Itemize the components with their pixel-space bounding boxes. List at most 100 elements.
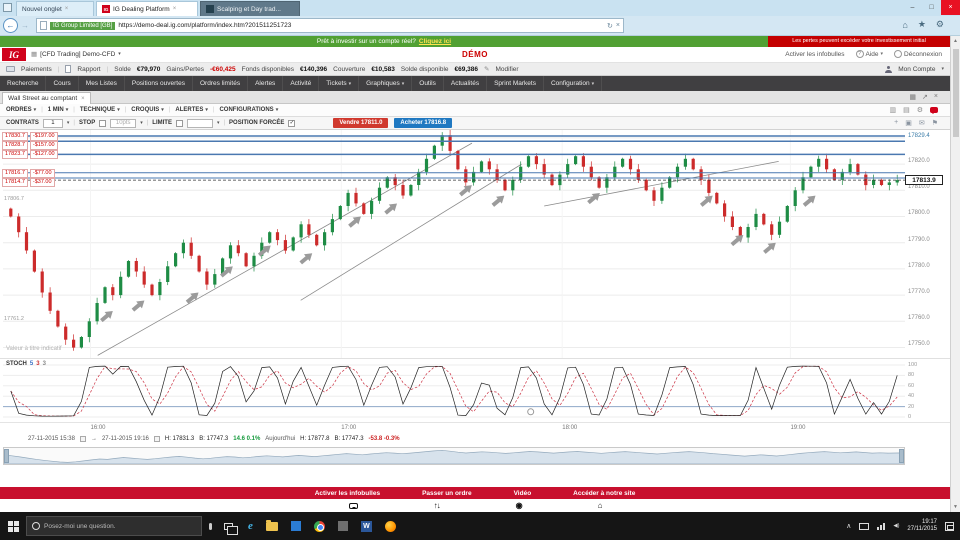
- action-tooltips[interactable]: Activer les infobulles: [315, 490, 380, 497]
- forced-position-checkbox[interactable]: ✓: [288, 120, 295, 127]
- menu-croquis[interactable]: CROQUIS▾: [131, 107, 164, 113]
- stop-icon[interactable]: ×: [616, 22, 620, 29]
- limit-checkbox[interactable]: [176, 120, 183, 127]
- stochastic-panel[interactable]: STOCH 5 3 3 100 80 60 40 20 0: [0, 358, 950, 422]
- snapshot-icon[interactable]: ▣: [905, 119, 912, 127]
- volume-icon[interactable]: ◀): [893, 523, 899, 529]
- tray-chevron-icon[interactable]: ∧: [846, 522, 851, 530]
- crosshair-icon[interactable]: +: [894, 119, 898, 127]
- certificate-badge[interactable]: IG Group Limited [GB]: [50, 22, 115, 30]
- taskbar-clock[interactable]: 19:17 27/11/2015: [907, 519, 937, 534]
- video-icon[interactable]: ◉: [516, 501, 522, 510]
- nav-ordres-limites[interactable]: Ordres limités: [193, 76, 248, 91]
- task-view-icon[interactable]: [224, 523, 233, 530]
- taskbar-icon-ie[interactable]: e: [248, 521, 253, 532]
- order-level-row[interactable]: 17816.7-$77.00: [2, 169, 55, 178]
- touch-keyboard-icon[interactable]: [859, 523, 869, 530]
- settings-icon[interactable]: ⚙: [936, 19, 944, 30]
- nav-positions-ouvertes[interactable]: Positions ouvertes: [125, 76, 193, 91]
- sell-button[interactable]: Vendre 17811.0: [333, 118, 388, 128]
- menu-technique[interactable]: TECHNIQUE▾: [80, 107, 120, 113]
- close-icon[interactable]: ×: [65, 6, 69, 12]
- nav-sprint-markets[interactable]: Sprint Markets: [487, 76, 544, 91]
- taskbar-icon-firefox[interactable]: [385, 521, 396, 532]
- calendar-icon[interactable]: [80, 436, 86, 442]
- home-icon[interactable]: ⌂: [598, 501, 602, 510]
- scroll-up-icon[interactable]: ▲: [951, 38, 960, 44]
- nav-recherche[interactable]: Recherche: [0, 76, 46, 91]
- order-level-row[interactable]: 17828.7-$157.00: [2, 141, 58, 150]
- maximize-button[interactable]: □: [922, 0, 941, 15]
- action-center-icon[interactable]: [945, 522, 954, 531]
- start-button[interactable]: [0, 512, 26, 540]
- mail-icon[interactable]: ✉: [919, 119, 925, 127]
- action-website[interactable]: Accéder à notre site: [573, 490, 635, 497]
- stop-checkbox[interactable]: [99, 120, 106, 127]
- taskbar-icon-app-gray[interactable]: [338, 521, 348, 531]
- flag-icon[interactable]: ⚑: [932, 119, 938, 127]
- chart-navigator[interactable]: [3, 447, 905, 465]
- report-link[interactable]: Rapport: [77, 66, 100, 73]
- nav-cours[interactable]: Cours: [46, 76, 78, 91]
- url-text[interactable]: https://demo-deal.ig.com/platform/index.…: [118, 22, 604, 29]
- browser-icon[interactable]: [3, 3, 12, 12]
- taskbar-icon-chrome[interactable]: [314, 521, 325, 532]
- action-place-order[interactable]: Passer un ordre: [422, 490, 472, 497]
- my-account-link[interactable]: Mon Compte: [898, 66, 935, 73]
- stepper-icon[interactable]: ▾: [67, 120, 70, 126]
- tooltips-link[interactable]: Activer les infobulles: [785, 51, 844, 58]
- stop-input[interactable]: [110, 119, 136, 128]
- nav-actualites[interactable]: Actualités: [444, 76, 487, 91]
- nav-mes-listes[interactable]: Mes Listes: [79, 76, 125, 91]
- nav-graphiques[interactable]: Graphiques▾: [359, 76, 412, 91]
- order-level-row[interactable]: 17823.7-$127.00: [2, 150, 58, 159]
- close-icon[interactable]: ×: [81, 96, 85, 102]
- microphone-icon[interactable]: [209, 523, 212, 530]
- browser-tab-scalping[interactable]: Scalping et Day trad...: [200, 1, 300, 16]
- scrollbar-thumb[interactable]: [953, 49, 959, 137]
- menu-alertes[interactable]: ALERTES▾: [175, 107, 208, 113]
- nav-tickets[interactable]: Tickets▾: [319, 76, 359, 91]
- minimize-button[interactable]: –: [903, 0, 922, 15]
- limit-input[interactable]: [187, 119, 213, 128]
- home-icon[interactable]: ⌂: [902, 20, 907, 30]
- help-menu[interactable]: ? Aide ▾: [856, 50, 884, 58]
- menu-ordres[interactable]: ORDRES▾: [6, 107, 36, 113]
- back-button[interactable]: ←: [3, 18, 18, 33]
- forward-button[interactable]: →: [21, 21, 29, 30]
- taskbar-icon-explorer[interactable]: [266, 522, 278, 531]
- edit-link[interactable]: Modifier: [495, 66, 518, 73]
- menu-configurations[interactable]: CONFIGURATIONS▾: [219, 107, 278, 113]
- refresh-icon[interactable]: ↻: [607, 22, 613, 30]
- workspace-tab[interactable]: Wall Street au comptant ×: [2, 92, 91, 104]
- url-field[interactable]: IG Group Limited [GB] https://demo-deal.…: [36, 18, 624, 33]
- nav-configuration[interactable]: Configuration▾: [544, 76, 602, 91]
- settings-icon[interactable]: ⚙: [917, 106, 923, 114]
- chart-type-icon[interactable]: ▥: [889, 106, 896, 114]
- candlestick-plot[interactable]: [3, 130, 905, 358]
- menu-interval[interactable]: 1 MIN▾: [48, 107, 69, 113]
- browser-tab-new[interactable]: Nouvel onglet ×: [16, 1, 94, 16]
- promo-link[interactable]: Cliquez ici: [419, 38, 451, 45]
- navigator-handle-right[interactable]: [899, 449, 904, 463]
- nav-alertes[interactable]: Alertes: [248, 76, 283, 91]
- browser-tab-ig[interactable]: IG IG Dealing Platform ×: [96, 1, 198, 16]
- contracts-input[interactable]: [43, 119, 63, 128]
- network-icon[interactable]: [877, 523, 885, 530]
- taskbar-icon-app-blue[interactable]: [291, 521, 301, 531]
- cortana-search[interactable]: Posez-moi une question.: [26, 516, 202, 536]
- favorites-icon[interactable]: ★: [918, 19, 926, 30]
- navigator-handle-left[interactable]: [4, 449, 9, 463]
- close-icon[interactable]: ×: [173, 6, 177, 12]
- nav-outils[interactable]: Outils: [412, 76, 444, 91]
- close-window-button[interactable]: ×: [941, 0, 960, 15]
- buy-button[interactable]: Acheter 17816.8: [394, 118, 452, 128]
- order-arrows-icon[interactable]: ↑↓: [434, 501, 440, 510]
- taskbar-icon-word[interactable]: W: [361, 521, 372, 532]
- payments-link[interactable]: Paiements: [21, 66, 52, 73]
- price-chart[interactable]: 17829.4 17820.0 17810.0 17800.0 17790.0 …: [0, 130, 950, 358]
- scroll-down-icon[interactable]: ▼: [951, 504, 960, 510]
- order-level-row[interactable]: 17830.7-$197.00: [2, 132, 58, 141]
- action-video[interactable]: Vidéo: [514, 490, 532, 497]
- order-level-row[interactable]: 17814.7-$37.00: [2, 178, 55, 187]
